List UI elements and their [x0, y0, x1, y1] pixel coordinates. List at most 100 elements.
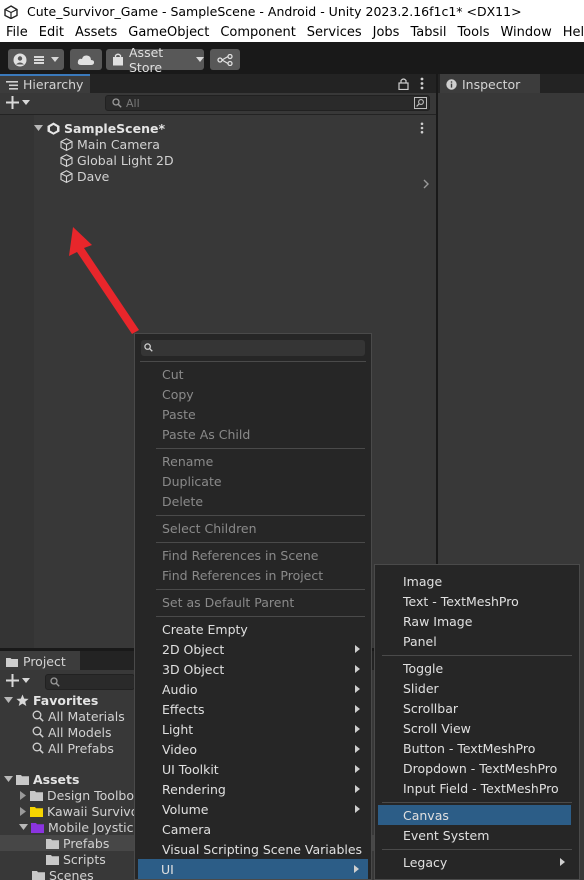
- favorites-header[interactable]: Favorites: [4, 692, 98, 708]
- menu-component[interactable]: Component: [214, 25, 300, 40]
- account-dropdown[interactable]: [8, 49, 64, 70]
- submenu-arrow-icon: [355, 725, 360, 733]
- menu-item-light[interactable]: Light: [136, 719, 370, 739]
- project-search-input[interactable]: [45, 674, 135, 690]
- foldout-collapsed-icon: [19, 790, 26, 800]
- menu-item-rendering[interactable]: Rendering: [136, 779, 370, 799]
- menu-item-cut[interactable]: Cut: [136, 364, 370, 384]
- menu-item-rename[interactable]: Rename: [136, 451, 370, 471]
- menu-tools[interactable]: Tools: [451, 25, 494, 40]
- submenu-arrow-icon: [355, 705, 360, 713]
- menu-item-3d-object[interactable]: 3D Object: [136, 659, 370, 679]
- menu-item-raw-image[interactable]: Raw Image: [376, 611, 578, 631]
- search-filter-icon: [32, 742, 44, 754]
- menu-item-find-references-in-scene[interactable]: Find References in Scene: [136, 545, 370, 565]
- tab-hierarchy[interactable]: Hierarchy: [0, 74, 90, 93]
- menu-item-camera[interactable]: Camera: [136, 819, 370, 839]
- menu-item-delete[interactable]: Delete: [136, 491, 370, 511]
- menu-item-canvas[interactable]: Canvas: [378, 805, 571, 825]
- folder-icon: [16, 774, 29, 785]
- tab-inspector[interactable]: Inspector: [440, 74, 540, 93]
- menu-tabsil[interactable]: Tabsil: [404, 25, 451, 40]
- menu-jobs[interactable]: Jobs: [367, 25, 405, 40]
- menu-item-visual-scripting-scene-variables[interactable]: Visual Scripting Scene Variables: [136, 839, 370, 859]
- asset-folder-item[interactable]: Design Toolbox: [19, 787, 141, 803]
- menu-item-video[interactable]: Video: [136, 739, 370, 759]
- hierarchy-search-input[interactable]: All: [105, 95, 430, 111]
- menu-assets[interactable]: Assets: [69, 25, 122, 40]
- hierarchy-item[interactable]: Global Light 2D: [60, 152, 174, 168]
- menu-item-dropdown-textmeshpro[interactable]: Dropdown - TextMeshPro: [376, 758, 578, 778]
- menu-item-duplicate[interactable]: Duplicate: [136, 471, 370, 491]
- menu-item-event-system[interactable]: Event System: [376, 825, 578, 845]
- menu-edit[interactable]: Edit: [33, 25, 69, 40]
- menu-item-set-as-default-parent[interactable]: Set as Default Parent: [136, 592, 370, 612]
- menu-item-text-textmeshpro[interactable]: Text - TextMeshPro: [376, 591, 578, 611]
- panel-options-icon[interactable]: [420, 77, 424, 90]
- asset-store-button[interactable]: Asset Store: [106, 45, 204, 75]
- menu-item-audio[interactable]: Audio: [136, 679, 370, 699]
- menu-item-image[interactable]: Image: [376, 571, 578, 591]
- menu-services[interactable]: Services: [301, 25, 367, 40]
- menu-gameobject[interactable]: GameObject: [122, 25, 214, 40]
- menu-item-label: Input Field - TextMeshPro: [403, 780, 559, 796]
- menu-item-scroll-view[interactable]: Scroll View: [376, 718, 578, 738]
- menu-item-label: Set as Default Parent: [162, 594, 295, 610]
- lock-icon[interactable]: [398, 77, 409, 90]
- chevron-right-icon[interactable]: [423, 179, 429, 189]
- submenu-arrow-icon: [355, 765, 360, 773]
- menu-item-select-children[interactable]: Select Children: [136, 518, 370, 538]
- menu-item-create-empty[interactable]: Create Empty: [136, 619, 370, 639]
- menu-item-slider[interactable]: Slider: [376, 678, 578, 698]
- menu-item-toggle[interactable]: Toggle: [376, 658, 578, 678]
- asset-folder-item[interactable]: Scripts: [46, 851, 106, 867]
- asset-folder-item[interactable]: Mobile Joystick: [19, 819, 141, 835]
- assets-header[interactable]: Assets: [4, 771, 79, 787]
- menu-item-ui-toolkit[interactable]: UI Toolkit: [136, 759, 370, 779]
- foldout-expanded-icon: [19, 823, 28, 831]
- scene-search-icon[interactable]: [414, 97, 427, 109]
- favorites-item[interactable]: All Models: [32, 724, 112, 740]
- menu-item-paste[interactable]: Paste: [136, 404, 370, 424]
- menu-item-copy[interactable]: Copy: [136, 384, 370, 404]
- foldout-expanded-icon[interactable]: [34, 124, 43, 132]
- hierarchy-context-menu: Cut Copy Paste Paste As Child Rename Dup…: [134, 333, 372, 880]
- menu-item-button-textmeshpro[interactable]: Button - TextMeshPro: [376, 738, 578, 758]
- annotation-arrow: [69, 227, 139, 334]
- menu-item-scrollbar[interactable]: Scrollbar: [376, 698, 578, 718]
- menu-item-effects[interactable]: Effects: [136, 699, 370, 719]
- menu-item-label: Camera: [162, 821, 212, 837]
- menu-item-legacy[interactable]: Legacy: [376, 852, 578, 872]
- menu-window[interactable]: Window: [494, 25, 556, 40]
- menu-item-2d-object[interactable]: 2D Object: [136, 639, 370, 659]
- menu-item-panel[interactable]: Panel: [376, 631, 578, 651]
- menu-file[interactable]: File: [0, 25, 33, 40]
- scene-options-icon[interactable]: [420, 122, 424, 134]
- menu-item-paste-as-child[interactable]: Paste As Child: [136, 424, 370, 444]
- favorites-item[interactable]: All Materials: [32, 708, 125, 724]
- menu-help[interactable]: Help: [557, 25, 584, 40]
- tab-project[interactable]: Project: [0, 651, 80, 670]
- version-control-button[interactable]: [210, 49, 240, 70]
- asset-folder-item[interactable]: Kawaii Survivor: [19, 803, 144, 819]
- asset-folder-item[interactable]: Prefabs: [46, 835, 109, 851]
- menu-item-label: Paste: [162, 406, 196, 422]
- menu-search-input[interactable]: [141, 340, 365, 356]
- menu-item-find-references-in-project[interactable]: Find References in Project: [136, 565, 370, 585]
- menu-item-volume[interactable]: Volume: [136, 799, 370, 819]
- asset-folder-item[interactable]: Scenes: [32, 867, 94, 880]
- menu-item-label: Toggle: [403, 660, 444, 676]
- foldout-expanded-icon: [4, 775, 13, 783]
- foldout-expanded-icon: [4, 696, 13, 704]
- hierarchy-item[interactable]: Main Camera: [60, 136, 160, 152]
- scene-row[interactable]: SampleScene*: [34, 120, 434, 136]
- cloud-button[interactable]: [70, 49, 102, 70]
- menu-item-ui[interactable]: UI: [138, 859, 368, 879]
- project-create-button[interactable]: [6, 674, 30, 687]
- hierarchy-item[interactable]: Dave: [60, 168, 109, 184]
- favorites-item[interactable]: All Prefabs: [32, 740, 114, 756]
- folder-yellow-icon: [30, 806, 43, 817]
- create-dropdown-button[interactable]: [6, 96, 30, 109]
- folder-icon: [30, 790, 43, 801]
- menu-item-input-field-textmeshpro[interactable]: Input Field - TextMeshPro: [376, 778, 578, 798]
